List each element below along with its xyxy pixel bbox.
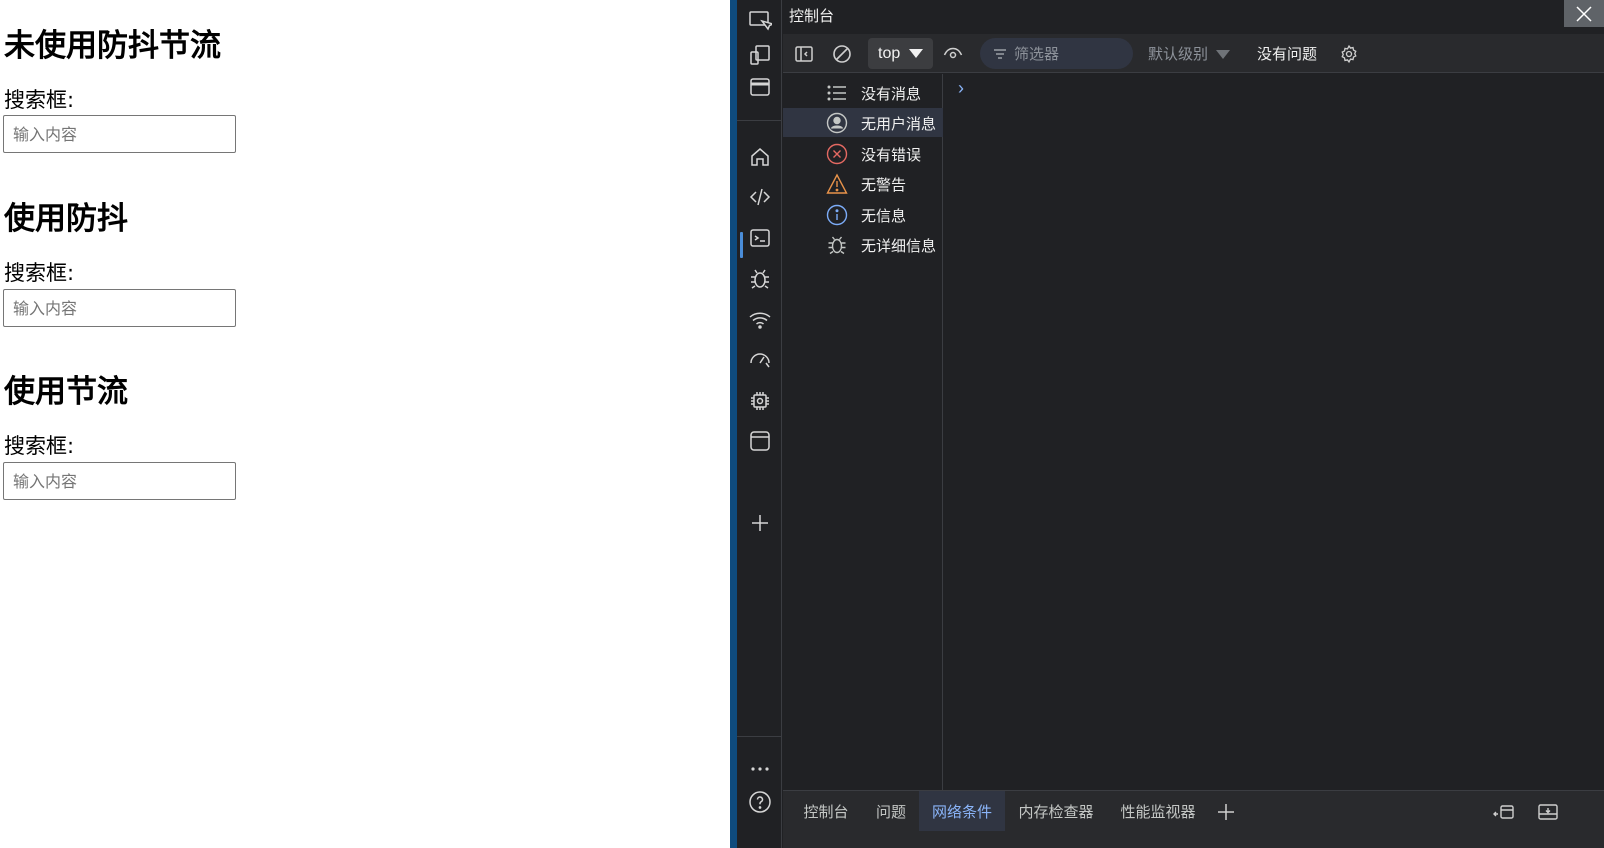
live-expression-button[interactable] <box>940 41 966 67</box>
log-level-label: 默认级别 <box>1148 45 1209 63</box>
home-icon[interactable] <box>743 140 777 174</box>
move-drawer-button[interactable] <box>1491 799 1517 825</box>
memory-chip-icon[interactable] <box>743 384 777 418</box>
console-icon[interactable] <box>743 221 777 255</box>
drawer-tab-memory-inspector[interactable]: 内存检查器 <box>1007 791 1105 831</box>
activity-bar <box>737 0 782 848</box>
devtools-titlebar: 控制台 <box>783 0 1604 31</box>
gear-icon <box>1341 44 1357 64</box>
devtools-panel: 控制台 top 默认级别 没有问题 <box>737 0 1604 848</box>
search-label: 搜索框: <box>4 261 75 285</box>
application-panel-icon[interactable] <box>743 424 777 458</box>
issues-counter[interactable]: 没有问题 <box>1257 43 1317 64</box>
drawer-tab-console[interactable]: 控制台 <box>791 791 861 831</box>
performance-gauge-icon[interactable] <box>743 343 777 377</box>
console-sidebar: 没有消息 无用户消息 没有错误 无警告 无信息 无详细信息 <box>783 74 943 790</box>
search-input-plain[interactable] <box>3 115 236 153</box>
sidebar-item-label: 无警告 <box>861 176 907 194</box>
error-icon <box>825 142 849 166</box>
divider <box>737 120 782 121</box>
divider <box>737 736 782 737</box>
warning-icon <box>825 172 849 196</box>
console-toolbar: top 默认级别 没有问题 <box>783 34 1604 73</box>
search-input-throttle[interactable] <box>3 462 236 500</box>
browser-window-icon[interactable] <box>743 70 777 104</box>
block-icon <box>833 45 851 63</box>
drawer-tab-issues[interactable]: 问题 <box>865 791 917 831</box>
drawer-tab-network-conditions[interactable]: 网络条件 <box>919 791 1005 831</box>
sidebar-item-label: 无用户消息 <box>861 115 937 133</box>
sidebar-item-verbose[interactable]: 无详细信息 <box>783 230 943 259</box>
elements-code-icon[interactable] <box>743 180 777 214</box>
more-icon[interactable] <box>743 752 777 786</box>
sidebar-item-label: 没有错误 <box>861 146 922 164</box>
close-drawer-button[interactable] <box>1535 799 1561 825</box>
bug-icon <box>825 233 849 257</box>
caret-down-icon <box>909 49 923 58</box>
add-tool-icon[interactable] <box>743 506 777 540</box>
context-selector[interactable]: top <box>868 38 933 69</box>
sidebar-item-user-messages[interactable]: 无用户消息 <box>783 108 943 137</box>
clear-console-button[interactable] <box>829 41 855 67</box>
filter-icon <box>994 48 1006 59</box>
filter-input[interactable] <box>1014 44 1124 63</box>
panel-resize-handle[interactable] <box>730 0 737 848</box>
user-icon <box>825 111 849 135</box>
bug-icon[interactable] <box>743 262 777 296</box>
web-page: 未使用防抖节流 搜索框: 使用防抖 搜索框: 使用节流 搜索框: <box>0 0 730 848</box>
add-drawer-tab-button[interactable] <box>1213 799 1239 825</box>
sidebar-item-warnings[interactable]: 无警告 <box>783 169 943 198</box>
sidebar-item-label: 没有消息 <box>861 85 922 103</box>
drawer-tabbar: 控制台 问题 网络条件 内存检查器 性能监视器 <box>783 790 1604 848</box>
wifi-network-icon[interactable] <box>743 303 777 337</box>
sidebar-item-label: 无信息 <box>861 207 907 225</box>
sidebar-toggle-icon <box>795 46 813 62</box>
help-icon[interactable] <box>743 785 777 819</box>
sidebar-item-errors[interactable]: 没有错误 <box>783 139 943 168</box>
toggle-sidebar-button[interactable] <box>791 41 817 67</box>
caret-down-icon <box>1216 50 1231 59</box>
sidebar-item-label: 无详细信息 <box>861 237 937 255</box>
close-button[interactable] <box>1564 0 1604 27</box>
search-label: 搜索框: <box>4 434 75 458</box>
device-emulation-icon[interactable] <box>743 38 777 72</box>
info-icon <box>825 203 849 227</box>
drawer-tab-performance-monitor[interactable]: 性能监视器 <box>1109 791 1207 831</box>
log-level-dropdown[interactable]: 默认级别 <box>1148 43 1231 64</box>
dock-side-icon <box>1493 805 1514 819</box>
inspect-element-icon[interactable] <box>743 4 777 38</box>
close-icon <box>1576 5 1592 22</box>
list-icon <box>825 81 849 105</box>
console-settings-button[interactable] <box>1336 41 1362 67</box>
eye-icon <box>943 47 963 59</box>
search-label: 搜索框: <box>4 88 75 112</box>
section-title-debounce: 使用防抖 <box>4 201 128 237</box>
section-title-throttle: 使用节流 <box>4 374 128 410</box>
context-value: top <box>878 44 901 62</box>
console-prompt-chevron-icon: › <box>958 78 964 98</box>
sidebar-item-messages[interactable]: 没有消息 <box>783 78 943 107</box>
section-title-no-debounce: 未使用防抖节流 <box>4 28 221 64</box>
plus-icon <box>1218 804 1234 820</box>
sidebar-item-info[interactable]: 无信息 <box>783 200 943 229</box>
dock-bottom-icon <box>1538 804 1558 820</box>
search-input-debounce[interactable] <box>3 289 236 327</box>
console-output[interactable]: › <box>944 74 1604 790</box>
filter-box[interactable] <box>980 38 1133 69</box>
panel-title: 控制台 <box>789 7 835 25</box>
